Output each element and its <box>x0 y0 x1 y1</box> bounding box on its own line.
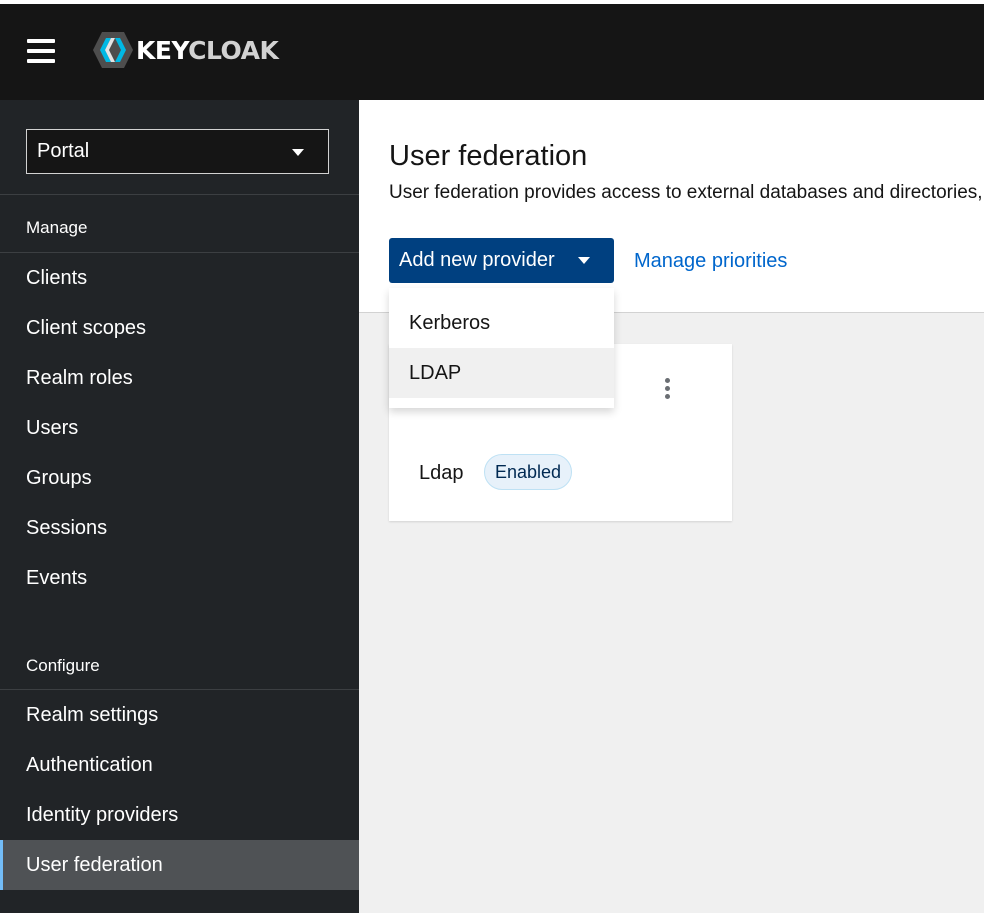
keycloak-logo[interactable]: KEYCLOAK <box>92 30 279 70</box>
sidebar-divider <box>0 194 359 195</box>
caret-down-icon <box>578 257 590 264</box>
sidebar-item-client-scopes[interactable]: Client scopes <box>0 303 359 353</box>
section-title-manage: Manage <box>26 218 88 237</box>
add-provider-dropdown-menu: Kerberos LDAP <box>389 288 614 408</box>
sidebar: Portal Manage Clients Client scopes Real… <box>0 100 359 913</box>
menu-item-ldap[interactable]: LDAP <box>389 348 614 398</box>
caret-down-icon <box>292 149 304 156</box>
sidebar-item-user-federation[interactable]: User federation <box>0 840 359 890</box>
hamburger-menu-icon[interactable] <box>27 39 55 63</box>
sidebar-item-clients[interactable]: Clients <box>0 253 359 303</box>
provider-card-name[interactable]: Ldap <box>419 462 464 485</box>
keycloak-logo-text: KEYCLOAK <box>136 35 279 65</box>
add-new-provider-button[interactable]: Add new provider <box>389 238 614 283</box>
sidebar-item-identity-providers[interactable]: Identity providers <box>0 790 359 840</box>
kebab-menu-icon[interactable] <box>659 378 675 402</box>
sidebar-item-realm-roles[interactable]: Realm roles <box>0 353 359 403</box>
sidebar-item-sessions[interactable]: Sessions <box>0 503 359 553</box>
page-title: User federation <box>389 140 588 172</box>
section-title-configure: Configure <box>26 656 100 675</box>
keycloak-logo-icon <box>93 32 133 68</box>
main-content: User federation User federation provides… <box>359 100 984 913</box>
status-badge: Enabled <box>484 454 573 490</box>
realm-selector[interactable]: Portal <box>26 129 329 174</box>
sidebar-item-realm-settings[interactable]: Realm settings <box>0 690 359 740</box>
sidebar-item-groups[interactable]: Groups <box>0 453 359 503</box>
menu-item-kerberos[interactable]: Kerberos <box>389 298 614 348</box>
page-description: User federation provides access to exter… <box>389 182 984 203</box>
sidebar-item-users[interactable]: Users <box>0 403 359 453</box>
page-header: User federation User federation provides… <box>359 100 984 313</box>
sidebar-item-authentication[interactable]: Authentication <box>0 740 359 790</box>
manage-priorities-link[interactable]: Manage priorities <box>634 250 787 273</box>
add-new-provider-label: Add new provider <box>399 249 555 271</box>
sidebar-item-events[interactable]: Events <box>0 553 359 603</box>
masthead: KEYCLOAK <box>0 0 984 100</box>
realm-selector-label: Portal <box>37 140 90 162</box>
